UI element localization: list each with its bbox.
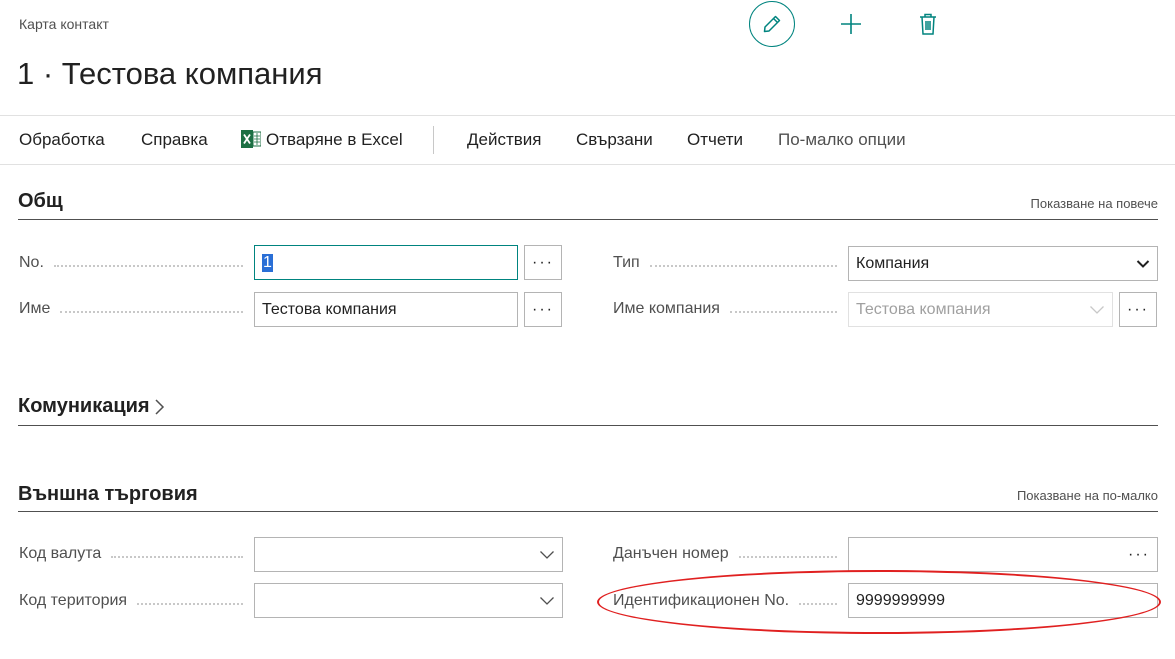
field-type-label-text: Тип	[613, 254, 640, 271]
no-field-value: 1	[262, 253, 273, 272]
chevron-down-icon	[1136, 259, 1150, 268]
name-field-value: Тестова компания	[262, 300, 397, 318]
action-open-excel[interactable]: Отваряне в Excel	[241, 130, 403, 150]
excel-icon	[241, 130, 261, 148]
section-communication-label: Комуникация	[18, 395, 150, 417]
no-field[interactable]: 1	[254, 245, 518, 280]
show-more-link[interactable]: Показване на повече	[1031, 196, 1158, 211]
name-field[interactable]: Тестова компания	[254, 292, 518, 327]
chevron-down-icon	[1090, 305, 1104, 314]
territory-code-select[interactable]	[254, 583, 563, 618]
section-general-divider	[18, 219, 1158, 220]
field-type-label: Тип	[613, 254, 837, 272]
chevron-right-icon	[155, 398, 164, 415]
company-name-field-value: Тестова компания	[856, 300, 991, 318]
action-fewer-options[interactable]: По-малко опции	[778, 130, 906, 150]
action-separator	[433, 126, 434, 154]
breadcrumb: Карта контакт	[19, 16, 109, 32]
field-name-label: Име	[19, 300, 243, 318]
vat-number-field[interactable]: ···	[848, 537, 1158, 572]
action-actions[interactable]: Действия	[467, 130, 541, 150]
name-assist-button[interactable]: ···	[524, 292, 562, 327]
plus-icon	[841, 14, 861, 34]
trash-icon	[920, 13, 936, 35]
vat-assist-button[interactable]: ···	[1128, 546, 1150, 564]
highlight-oval	[597, 570, 1161, 634]
action-related[interactable]: Свързани	[576, 130, 653, 150]
field-company-label-text: Име компания	[613, 300, 720, 317]
section-general-title[interactable]: Общ	[18, 190, 63, 213]
delete-button[interactable]	[905, 1, 951, 47]
dotted-leader	[111, 556, 243, 558]
field-name-label-text: Име	[19, 300, 51, 317]
section-communication-divider	[18, 425, 1158, 426]
action-bar-bottom-border	[0, 164, 1175, 165]
field-currency-label-text: Код валута	[19, 545, 102, 562]
dotted-leader	[738, 556, 837, 558]
section-foreign-trade-title[interactable]: Външна търговия	[18, 483, 198, 506]
company-name-field[interactable]: Тестова компания	[848, 292, 1113, 327]
section-foreign-trade-divider	[18, 511, 1158, 512]
chevron-down-icon	[540, 550, 554, 559]
dotted-leader	[137, 603, 243, 605]
action-bar-top-border	[0, 115, 1175, 116]
action-report[interactable]: Справка	[141, 130, 208, 150]
currency-code-select[interactable]	[254, 537, 563, 572]
type-select-value: Компания	[856, 254, 930, 272]
no-assist-button[interactable]: ···	[524, 245, 562, 280]
add-button[interactable]	[828, 1, 874, 47]
chevron-down-icon	[540, 596, 554, 605]
page-title: 1 · Тестова компания	[17, 56, 323, 91]
field-company-label: Име компания	[613, 300, 837, 318]
action-process[interactable]: Обработка	[19, 130, 105, 150]
field-territory-label-text: Код територия	[19, 592, 128, 609]
field-territory-label: Код територия	[19, 592, 243, 610]
field-vat-label: Данъчен номер	[613, 545, 837, 563]
show-less-link[interactable]: Показване на по-малко	[1017, 488, 1158, 503]
dotted-leader	[60, 311, 243, 313]
field-currency-label: Код валута	[19, 545, 243, 563]
action-reports[interactable]: Отчети	[687, 130, 743, 150]
action-open-excel-label: Отваряне в Excel	[266, 130, 403, 149]
dotted-leader	[649, 265, 837, 267]
type-select[interactable]: Компания	[848, 246, 1158, 281]
dotted-leader	[53, 265, 243, 267]
field-no-label: No.	[19, 254, 243, 272]
section-communication-title[interactable]: Комуникация	[18, 395, 166, 418]
company-assist-button[interactable]: ···	[1119, 292, 1157, 327]
edit-button[interactable]	[749, 1, 795, 47]
field-no-label-text: No.	[19, 254, 44, 271]
dotted-leader	[729, 311, 837, 313]
pencil-icon	[763, 15, 781, 33]
field-vat-label-text: Данъчен номер	[613, 545, 729, 562]
